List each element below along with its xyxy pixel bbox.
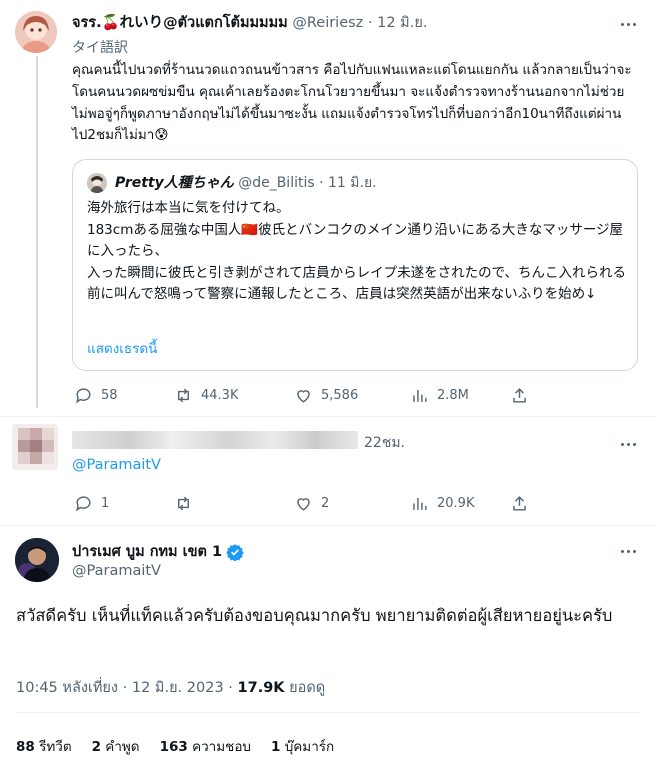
like-count: 2	[321, 496, 330, 511]
more-options-button[interactable]	[616, 434, 640, 454]
tweet-actions: 58 44.3K 5,586 2.8M	[74, 386, 544, 405]
tweet-actions: 1 2 20.9K	[74, 494, 544, 513]
share-icon	[513, 388, 526, 403]
avatar[interactable]	[15, 538, 59, 582]
views-total: 17.9K	[237, 680, 285, 696]
like-button[interactable]: 5,586	[294, 386, 410, 405]
avatar-image	[15, 11, 57, 53]
views-button[interactable]: 20.9K	[410, 494, 510, 513]
reply-button[interactable]: 1	[74, 494, 174, 513]
reply-icon	[76, 496, 91, 512]
author-handle[interactable]: @ParamaitV	[72, 563, 161, 579]
quoted-avatar	[87, 173, 107, 193]
heart-icon	[297, 498, 310, 511]
avatar[interactable]	[15, 11, 57, 53]
replying-to-mention[interactable]: @ParamaitV	[72, 457, 161, 473]
quoted-text: 海外旅行は本当に気を付けてね。 183cmある屈強な中国人🇨🇳彼氏とバンコクのメ…	[87, 200, 627, 303]
quoted-avatar-image	[87, 173, 107, 193]
tweet-time[interactable]: 22ชม.	[364, 432, 405, 454]
show-thread-link[interactable]: แสดงเธรดนี้	[87, 337, 157, 359]
views-icon	[413, 389, 427, 402]
tweet-header: จรร.🍒れいり@ตัวแตกโต้มมมมม @Reiriesz · 12 ม…	[72, 11, 427, 34]
tweet-date[interactable]: 12 มิ.ย.	[377, 15, 427, 31]
more-options-button[interactable]	[616, 541, 640, 561]
translate-label[interactable]: タイ語訳	[72, 37, 128, 57]
quoted-author-name: Pretty人種ちゃん	[115, 175, 234, 191]
blurred-name	[72, 431, 358, 449]
author-name[interactable]: ปารเมศ บูม กทม เขต 1	[72, 540, 222, 563]
quoted-author-handle: @de_Bilitis	[238, 175, 315, 191]
like-button[interactable]: 2	[294, 494, 410, 513]
verified-badge-icon	[226, 543, 244, 561]
quoted-tweet[interactable]: Pretty人種ちゃん @de_Bilitis · 11 มิ.ย. 海外旅行は…	[72, 159, 638, 371]
share-button[interactable]	[510, 494, 529, 513]
thread-line	[36, 56, 38, 408]
share-icon	[513, 496, 526, 511]
views-icon	[413, 497, 427, 510]
timestamp-text[interactable]: 10:45 หลังเที่ยง · 12 มิ.ย. 2023 ·	[16, 680, 238, 696]
blurred-avatar	[12, 424, 58, 470]
divider	[16, 712, 641, 713]
retweet-button[interactable]	[174, 494, 294, 513]
reply-count: 58	[101, 388, 118, 403]
tweet-timestamp: 10:45 หลังเที่ยง · 12 มิ.ย. 2023 · 17.9K…	[16, 676, 325, 699]
engagement-summary: 88 รีทวีต 2 คำพูด 163 ความชอบ 1 บุ๊คมาร์…	[16, 735, 334, 757]
likes-stat[interactable]: 163 ความชอบ	[160, 735, 251, 757]
tweet-text: สวัสดีครับ เห็นที่แท็คแล้วครับต้องขอบคุณ…	[16, 606, 613, 625]
quotes-stat[interactable]: 2 คำพูด	[92, 735, 140, 757]
like-count: 5,586	[321, 388, 359, 403]
author-name[interactable]: จรร.🍒れいり@ตัวแตกโต้มมมมม	[72, 15, 288, 31]
views-label: ยอดดู	[289, 680, 326, 696]
bookmarks-stat[interactable]: 1 บุ๊คมาร์ก	[271, 735, 334, 757]
retweet-icon	[178, 388, 189, 403]
reply-button[interactable]: 58	[74, 386, 174, 405]
author-handle[interactable]: @Reiriesz	[292, 15, 363, 31]
reply-count: 1	[101, 496, 110, 511]
heart-icon	[297, 390, 310, 403]
views-count: 2.8M	[437, 388, 469, 403]
retweets-stat[interactable]: 88 รีทวีต	[16, 735, 72, 757]
avatar-image	[15, 538, 59, 582]
quoted-date: 11 มิ.ย.	[328, 175, 377, 191]
separator-dot: ·	[319, 175, 324, 191]
avatar[interactable]	[12, 424, 58, 470]
separator-dot: ·	[367, 15, 373, 31]
views-count: 20.9K	[437, 496, 475, 511]
more-options-button[interactable]	[616, 14, 640, 34]
divider	[0, 525, 657, 526]
retweet-count: 44.3K	[201, 388, 239, 403]
views-button[interactable]: 2.8M	[410, 386, 510, 405]
share-button[interactable]	[510, 386, 529, 405]
divider	[0, 416, 657, 417]
tweet-text: คุณคนนี้ไปนวดที่ร้านนวดแถวถนนข้าวสาร คือ…	[72, 62, 632, 144]
reply-icon	[76, 388, 91, 404]
retweet-button[interactable]: 44.3K	[174, 386, 294, 405]
retweet-icon	[178, 496, 189, 511]
